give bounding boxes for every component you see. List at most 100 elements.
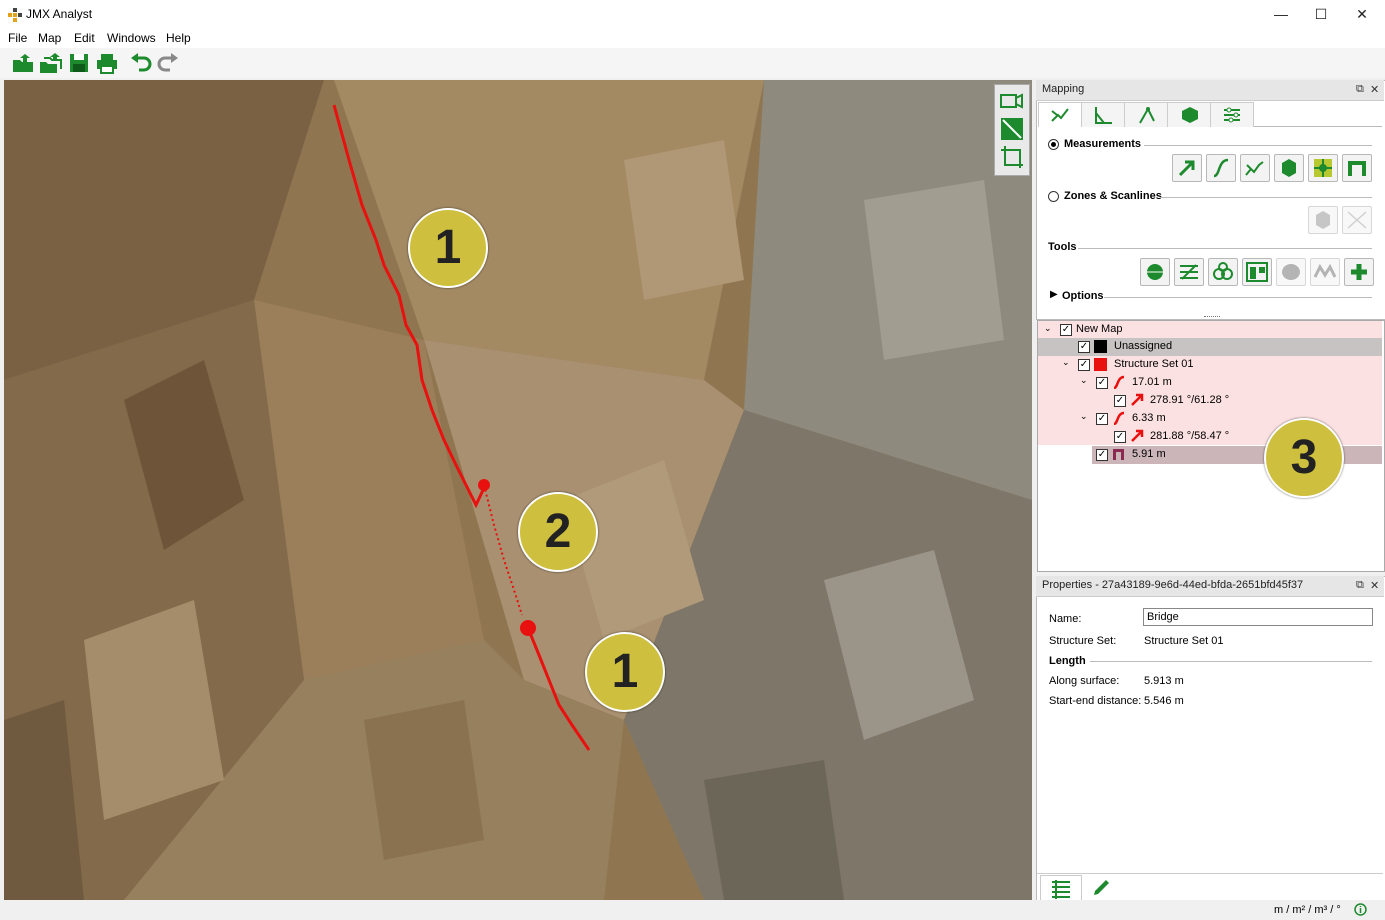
- start-end-label: Start-end distance:: [1049, 695, 1142, 707]
- options-label[interactable]: Options: [1062, 290, 1104, 302]
- checkbox-checked[interactable]: ✓: [1114, 431, 1126, 443]
- orientation-icon: [1131, 429, 1144, 442]
- window-title: JMX Analyst: [26, 7, 93, 21]
- tree-row-root[interactable]: ⌄ ✓ New Map: [1038, 321, 1382, 339]
- open-multiple-icon[interactable]: [39, 52, 63, 74]
- collapse-icon[interactable]: ⌄: [1080, 411, 1088, 422]
- callout-badge-2: 2: [518, 492, 598, 572]
- menu-edit[interactable]: Edit: [74, 31, 95, 45]
- wave-tool-button[interactable]: [1310, 258, 1340, 286]
- tree-row-unassigned[interactable]: ✓ Unassigned: [1038, 338, 1382, 356]
- edit-view-tab[interactable]: [1082, 875, 1122, 899]
- measurements-radio[interactable]: [1048, 139, 1059, 150]
- options-expander-icon[interactable]: ▶: [1050, 289, 1058, 300]
- checkbox-checked[interactable]: ✓: [1078, 359, 1090, 371]
- float-icon[interactable]: ⧉: [1356, 83, 1364, 96]
- crop-view-icon[interactable]: [999, 144, 1025, 170]
- color-swatch-red: [1094, 358, 1107, 371]
- properties-header: Properties - 27a43189-9e6d-44ed-bfda-265…: [1036, 576, 1384, 597]
- bridge-icon: [1113, 449, 1124, 460]
- orientation-icon: [1131, 393, 1144, 406]
- cluster-tool-button[interactable]: [1208, 258, 1238, 286]
- zone-tool-button[interactable]: [1308, 206, 1338, 234]
- options-divider: [1104, 297, 1372, 298]
- redo-icon[interactable]: [156, 52, 180, 74]
- camera-icon[interactable]: [999, 88, 1025, 114]
- add-tool-button[interactable]: [1344, 258, 1374, 286]
- profile-tool-button[interactable]: [1174, 258, 1204, 286]
- tree-row-trace-2[interactable]: ⌄ ✓ 6.33 m: [1038, 410, 1382, 428]
- zones-label: Zones & Scanlines: [1064, 190, 1162, 202]
- polygon-tool-button[interactable]: [1274, 154, 1304, 182]
- callout-badge-1-lower: 1: [585, 632, 665, 712]
- length-divider: [1090, 661, 1372, 662]
- virtual-plane-tool-button[interactable]: [1308, 154, 1338, 182]
- structure-tool-button[interactable]: [1240, 154, 1270, 182]
- start-end-value: 5.546 m: [1144, 695, 1184, 707]
- menu-file[interactable]: File: [8, 31, 27, 45]
- open-folder-icon[interactable]: [11, 52, 35, 74]
- tree-label-root: New Map: [1076, 323, 1123, 335]
- checkbox-checked[interactable]: ✓: [1096, 449, 1108, 461]
- zones-divider: [1160, 197, 1372, 198]
- tree-label-unassigned: Unassigned: [1114, 340, 1173, 352]
- measurements-label: Measurements: [1064, 138, 1142, 150]
- tree-label-bridge: 5.91 m: [1132, 448, 1166, 460]
- fit-view-icon[interactable]: [999, 116, 1025, 142]
- maximize-button[interactable]: ☐: [1298, 0, 1344, 28]
- points-tab[interactable]: [1124, 102, 1168, 127]
- angle-tab[interactable]: [1081, 102, 1125, 127]
- zones-radio[interactable]: [1048, 191, 1059, 202]
- checkbox-checked[interactable]: ✓: [1078, 341, 1090, 353]
- tree-row-structure-set[interactable]: ⌄ ✓ Structure Set 01: [1038, 356, 1382, 374]
- tree-label-trace-1: 17.01 m: [1132, 376, 1172, 388]
- orientation-tool-button[interactable]: [1172, 154, 1202, 182]
- status-bar: m / m² / m³ / °: [0, 900, 1385, 920]
- along-surface-label: Along surface:: [1049, 675, 1120, 687]
- tree-row-trace-1[interactable]: ⌄ ✓ 17.01 m: [1038, 374, 1382, 392]
- info-icon[interactable]: [1354, 903, 1367, 916]
- menu-map[interactable]: Map: [38, 31, 61, 45]
- close-panel-icon[interactable]: ✕: [1370, 83, 1379, 96]
- bridge-tool-button[interactable]: [1342, 154, 1372, 182]
- close-panel-icon[interactable]: ✕: [1370, 579, 1379, 592]
- map-viewport[interactable]: 1 2 1: [4, 80, 1032, 900]
- mapping-header: Mapping ⧉ ✕: [1036, 80, 1384, 101]
- properties-title: Properties - 27a43189-9e6d-44ed-bfda-265…: [1042, 579, 1304, 591]
- toolbar: [0, 48, 1385, 78]
- name-input[interactable]: [1143, 608, 1373, 626]
- callout-badge-1-upper: 1: [408, 208, 488, 288]
- menu-windows[interactable]: Windows: [107, 31, 156, 45]
- print-icon[interactable]: [95, 52, 119, 74]
- tools-divider: [1078, 248, 1372, 249]
- tree-row-orientation-1[interactable]: ✓ 278.91 °/61.28 °: [1038, 392, 1382, 410]
- mapping-title: Mapping: [1042, 83, 1085, 95]
- checkbox-checked[interactable]: ✓: [1060, 324, 1072, 336]
- tree-view-tab[interactable]: [1040, 875, 1082, 901]
- tree-label-orientation-2: 281.88 °/58.47 °: [1150, 430, 1230, 442]
- scanline-tool-button[interactable]: [1342, 206, 1372, 234]
- settings-tab[interactable]: [1210, 102, 1254, 127]
- save-icon[interactable]: [67, 52, 91, 74]
- checkbox-checked[interactable]: ✓: [1096, 377, 1108, 389]
- undo-icon[interactable]: [129, 52, 153, 74]
- layout-tool-button[interactable]: [1242, 258, 1272, 286]
- structure-set-label: Structure Set:: [1049, 635, 1117, 647]
- checkbox-checked[interactable]: ✓: [1114, 395, 1126, 407]
- collapse-icon[interactable]: ⌄: [1062, 357, 1070, 368]
- checkbox-checked[interactable]: ✓: [1096, 413, 1108, 425]
- close-button[interactable]: ✕: [1339, 0, 1385, 28]
- sphere-tool-button[interactable]: [1276, 258, 1306, 286]
- menu-help[interactable]: Help: [166, 31, 191, 45]
- float-icon[interactable]: ⧉: [1356, 579, 1364, 592]
- tree-label-structure-set: Structure Set 01: [1114, 358, 1194, 370]
- trace-tab[interactable]: [1038, 102, 1082, 127]
- collapse-icon[interactable]: ⌄: [1044, 323, 1052, 334]
- view-tools-panel: [994, 84, 1030, 176]
- units-label[interactable]: m / m² / m³ / °: [1274, 904, 1341, 916]
- mesh-tool-button[interactable]: [1140, 258, 1170, 286]
- polygon-tab[interactable]: [1167, 102, 1211, 127]
- trace-tool-button[interactable]: [1206, 154, 1236, 182]
- tools-label: Tools: [1048, 241, 1077, 253]
- collapse-icon[interactable]: ⌄: [1080, 375, 1088, 386]
